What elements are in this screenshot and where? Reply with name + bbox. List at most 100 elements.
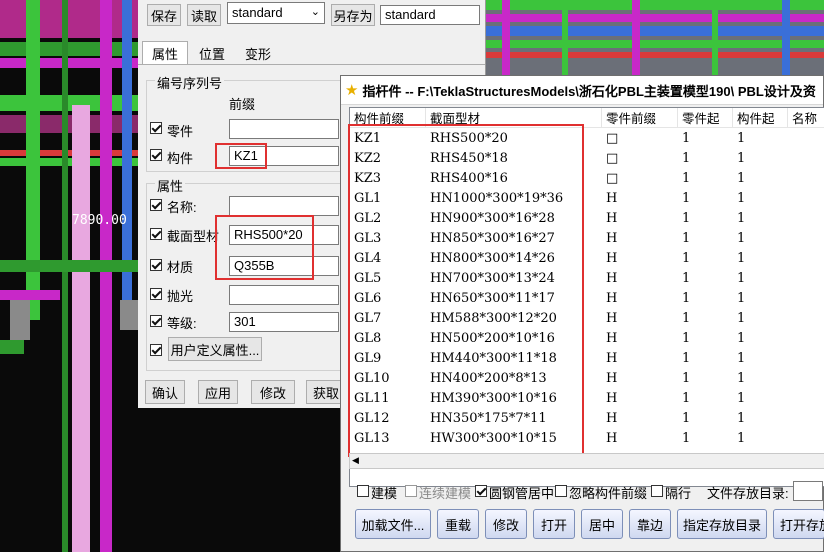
cell-part-prefix[interactable]: H: [602, 368, 678, 388]
cell-part-start[interactable]: 1: [678, 248, 733, 268]
cell-profile[interactable]: HW300*300*10*15: [426, 428, 602, 448]
cell-profile[interactable]: HN400*200*8*13: [426, 368, 602, 388]
set-save-dir-button[interactable]: 指定存放目录: [677, 509, 767, 539]
cell-part-prefix[interactable]: H: [602, 188, 678, 208]
cell-assembly-prefix[interactable]: GL8: [350, 328, 426, 348]
cell-assembly-prefix[interactable]: KZ1: [350, 128, 426, 148]
cell-asm-start[interactable]: 1: [733, 188, 788, 208]
table-row[interactable]: GL2 HN900*300*16*28 H 1 1: [350, 208, 824, 228]
profile-checkbox[interactable]: [150, 228, 162, 240]
cell-part-start[interactable]: 1: [678, 208, 733, 228]
name-input[interactable]: [229, 196, 339, 216]
cell-profile[interactable]: RHS450*18: [426, 148, 602, 168]
cell-asm-start[interactable]: 1: [733, 148, 788, 168]
table-row[interactable]: GL5 HN700*300*13*24 H 1 1: [350, 268, 824, 288]
cell-part-prefix[interactable]: □: [602, 148, 678, 168]
cell-part-prefix[interactable]: H: [602, 208, 678, 228]
cell-assembly-prefix[interactable]: GL4: [350, 248, 426, 268]
table-row[interactable]: KZ3 RHS400*16 □ 1 1: [350, 168, 824, 188]
cell-asm-start[interactable]: 1: [733, 428, 788, 448]
save-as-button[interactable]: 另存为: [331, 4, 375, 26]
dialog-titlebar[interactable]: ★ 指杆件 -- F:\TeklaStructuresModels\浙石化PBL…: [341, 76, 823, 105]
class-checkbox[interactable]: [150, 315, 162, 327]
confirm-button[interactable]: 确认: [145, 380, 185, 404]
cell-part-prefix[interactable]: H: [602, 408, 678, 428]
cell-asm-start[interactable]: 1: [733, 308, 788, 328]
class-input[interactable]: 301: [229, 312, 339, 332]
table-row[interactable]: KZ2 RHS450*18 □ 1 1: [350, 148, 824, 168]
cell-part-prefix[interactable]: H: [602, 388, 678, 408]
cell-part-prefix[interactable]: H: [602, 228, 678, 248]
col-header-profile[interactable]: 截面型材: [426, 108, 602, 128]
cell-assembly-prefix[interactable]: GL2: [350, 208, 426, 228]
cell-asm-start[interactable]: 1: [733, 268, 788, 288]
col-header-name[interactable]: 名称: [788, 108, 824, 128]
cell-profile[interactable]: HN500*200*10*16: [426, 328, 602, 348]
cell-part-start[interactable]: 1: [678, 188, 733, 208]
cell-part-start[interactable]: 1: [678, 408, 733, 428]
cell-assembly-prefix[interactable]: GL11: [350, 388, 426, 408]
table-row[interactable]: GL13 HW300*300*10*15 H 1 1: [350, 428, 824, 448]
save-button[interactable]: 保存: [147, 4, 181, 26]
cell-asm-start[interactable]: 1: [733, 328, 788, 348]
table-row[interactable]: GL9 HM440*300*11*18 H 1 1: [350, 348, 824, 368]
table-row[interactable]: KZ1 RHS500*20 □ 1 1: [350, 128, 824, 148]
cell-profile[interactable]: HM588*300*12*20: [426, 308, 602, 328]
part-checkbox[interactable]: [150, 122, 162, 134]
cell-asm-start[interactable]: 1: [733, 128, 788, 148]
material-input[interactable]: Q355B: [229, 256, 339, 276]
table-row[interactable]: GL7 HM588*300*12*20 H 1 1: [350, 308, 824, 328]
name-checkbox[interactable]: [150, 199, 162, 211]
cell-profile[interactable]: HN650*300*11*17: [426, 288, 602, 308]
cell-profile[interactable]: HN1000*300*19*36: [426, 188, 602, 208]
load-file-button[interactable]: 加载文件...: [355, 509, 431, 539]
table-row[interactable]: GL10 HN400*200*8*13 H 1 1: [350, 368, 824, 388]
load-button[interactable]: 读取: [187, 4, 221, 26]
cell-part-start[interactable]: 1: [678, 348, 733, 368]
cell-asm-start[interactable]: 1: [733, 288, 788, 308]
cell-asm-start[interactable]: 1: [733, 348, 788, 368]
table-row[interactable]: GL11 HM390*300*10*16 H 1 1: [350, 388, 824, 408]
cell-profile[interactable]: HM390*300*10*16: [426, 388, 602, 408]
reload-button[interactable]: 重载: [437, 509, 479, 539]
table-row[interactable]: GL8 HN500*200*10*16 H 1 1: [350, 328, 824, 348]
cell-part-start[interactable]: 1: [678, 288, 733, 308]
ignore-prefix-checkbox[interactable]: [555, 485, 567, 497]
cell-assembly-prefix[interactable]: GL6: [350, 288, 426, 308]
profile-input[interactable]: RHS500*20: [229, 225, 339, 245]
assembly-checkbox[interactable]: [150, 149, 162, 161]
cell-assembly-prefix[interactable]: KZ3: [350, 168, 426, 188]
udf-checkbox[interactable]: [150, 344, 162, 356]
cell-profile[interactable]: RHS400*16: [426, 168, 602, 188]
user-defined-attributes-button[interactable]: 用户定义属性...: [168, 337, 262, 361]
cell-assembly-prefix[interactable]: GL13: [350, 428, 426, 448]
col-header-asm-start[interactable]: 构件起: [733, 108, 788, 128]
cell-asm-start[interactable]: 1: [733, 408, 788, 428]
cell-part-start[interactable]: 1: [678, 308, 733, 328]
cell-asm-start[interactable]: 1: [733, 388, 788, 408]
save-as-name-input[interactable]: standard: [380, 5, 480, 25]
pipe-center-checkbox[interactable]: [475, 485, 487, 497]
tab-properties[interactable]: 属性: [142, 41, 188, 65]
tab-position[interactable]: 位置: [190, 42, 234, 64]
model-checkbox[interactable]: [357, 485, 369, 497]
open-button[interactable]: 打开: [533, 509, 575, 539]
cell-profile[interactable]: HN700*300*13*24: [426, 268, 602, 288]
cell-part-prefix[interactable]: □: [602, 128, 678, 148]
tab-deform[interactable]: 变形: [236, 42, 280, 64]
horizontal-scrollbar[interactable]: ◀: [349, 453, 824, 469]
cell-part-start[interactable]: 1: [678, 368, 733, 388]
cell-assembly-prefix[interactable]: GL12: [350, 408, 426, 428]
table-row[interactable]: GL1 HN1000*300*19*36 H 1 1: [350, 188, 824, 208]
cell-asm-start[interactable]: 1: [733, 248, 788, 268]
cell-profile[interactable]: HN900*300*16*28: [426, 208, 602, 228]
cell-profile[interactable]: RHS500*20: [426, 128, 602, 148]
cell-asm-start[interactable]: 1: [733, 168, 788, 188]
table-row[interactable]: GL12 HN350*175*7*11 H 1 1: [350, 408, 824, 428]
cell-profile[interactable]: HN850*300*16*27: [426, 228, 602, 248]
cell-part-start[interactable]: 1: [678, 388, 733, 408]
cell-assembly-prefix[interactable]: GL7: [350, 308, 426, 328]
cell-part-start[interactable]: 1: [678, 268, 733, 288]
cell-part-prefix[interactable]: H: [602, 288, 678, 308]
cell-assembly-prefix[interactable]: KZ2: [350, 148, 426, 168]
